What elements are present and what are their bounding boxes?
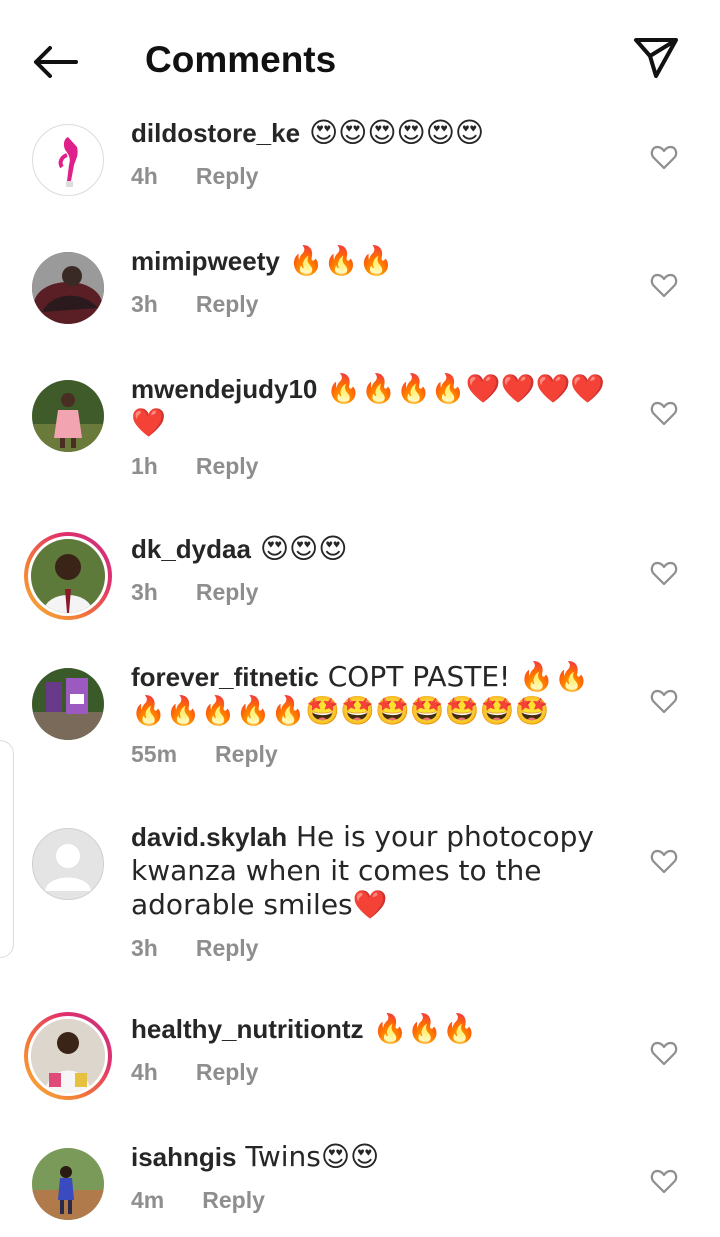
reply-button[interactable]: Reply <box>202 1187 265 1213</box>
comment-body: dildostore_ke 😍😍😍😍😍😍 4h Reply <box>131 116 621 190</box>
comment-text: dk_dydaa 😍😍😍 <box>131 532 621 566</box>
comment-username[interactable]: healthy_nutritiontz <box>131 1014 364 1044</box>
paper-plane-icon <box>634 38 678 78</box>
product-image-icon <box>58 137 78 187</box>
share-button[interactable] <box>628 32 684 84</box>
reply-button[interactable]: Reply <box>196 935 259 961</box>
comment-text: dildostore_ke 😍😍😍😍😍😍 <box>131 116 621 150</box>
user-photo-icon <box>31 539 105 613</box>
user-photo-icon <box>31 1019 105 1093</box>
comment-body: isahngis Twins😍😍 4m Reply <box>131 1140 621 1214</box>
comment-username[interactable]: mimipweety <box>131 246 280 276</box>
arrow-left-icon <box>34 46 78 78</box>
comment-time: 55m <box>131 741 178 767</box>
comment-body: dk_dydaa 😍😍😍 3h Reply <box>131 532 621 606</box>
avatar-wrap <box>32 124 104 196</box>
comment-username[interactable]: david.skylah <box>131 822 287 852</box>
comment-time: 4h <box>131 163 158 189</box>
comment-meta: 4h Reply <box>131 1058 621 1086</box>
avatar[interactable] <box>32 252 104 324</box>
comment-username[interactable]: dildostore_ke <box>131 118 300 148</box>
comment-body: mwendejudy10 🔥🔥🔥🔥❤️❤️❤️❤️❤️ 1h Reply <box>131 372 621 480</box>
comment-content: 😍😍😍😍😍😍 <box>300 116 485 149</box>
user-photo-icon <box>32 1148 104 1220</box>
back-button[interactable] <box>28 38 84 86</box>
avatar[interactable] <box>28 1016 108 1096</box>
comment-time: 4h <box>131 1059 158 1085</box>
comment-meta: 4h Reply <box>131 162 621 190</box>
avatar[interactable] <box>32 668 104 740</box>
comment-text: mwendejudy10 🔥🔥🔥🔥❤️❤️❤️❤️❤️ <box>131 372 621 440</box>
comment-body: forever_fitnetic COPT PASTE! 🔥🔥🔥🔥🔥🔥🔥🤩🤩🤩🤩… <box>131 660 621 768</box>
comment-username[interactable]: mwendejudy10 <box>131 374 317 404</box>
user-photo-icon <box>32 252 104 324</box>
product-photo-icon <box>32 668 104 740</box>
comment-meta: 3h Reply <box>131 578 621 606</box>
avatar[interactable] <box>32 1148 104 1220</box>
heart-icon[interactable] <box>650 144 678 170</box>
reply-button[interactable]: Reply <box>196 163 259 189</box>
header-bar: Comments <box>0 0 720 118</box>
default-avatar-icon <box>45 844 91 891</box>
comment-time: 4m <box>131 1187 165 1213</box>
story-ring <box>24 532 112 620</box>
comment-time: 3h <box>131 291 158 317</box>
comment-username[interactable]: forever_fitnetic <box>131 662 319 692</box>
story-ring <box>24 1012 112 1100</box>
user-photo-icon <box>32 380 104 452</box>
page-title: Comments <box>145 39 337 80</box>
heart-icon[interactable] <box>650 272 678 298</box>
avatar-wrap <box>32 252 104 324</box>
heart-icon[interactable] <box>650 1168 678 1194</box>
heart-icon[interactable] <box>650 560 678 586</box>
comment-content: 🔥🔥🔥 <box>363 1012 478 1045</box>
comment-body: mimipweety 🔥🔥🔥 3h Reply <box>131 244 621 318</box>
avatar-wrap <box>32 668 104 740</box>
comment-meta: 3h Reply <box>131 290 621 318</box>
heart-icon[interactable] <box>650 688 678 714</box>
comment-meta: 1h Reply <box>131 452 621 480</box>
comment-meta: 55m Reply <box>131 740 621 768</box>
reply-button[interactable]: Reply <box>196 453 259 479</box>
avatar-wrap <box>32 1148 104 1220</box>
comment-text: david.skylah He is your photocopy kwanza… <box>131 820 621 922</box>
comment-username[interactable]: isahngis <box>131 1142 236 1172</box>
comment-body: healthy_nutritiontz 🔥🔥🔥 4h Reply <box>131 1012 621 1086</box>
comment-content: Twins😍😍 <box>236 1140 380 1173</box>
heart-icon[interactable] <box>650 1040 678 1066</box>
avatar-wrap <box>32 380 104 452</box>
reply-button[interactable]: Reply <box>215 741 278 767</box>
comment-text: forever_fitnetic COPT PASTE! 🔥🔥🔥🔥🔥🔥🔥🤩🤩🤩🤩… <box>131 660 621 728</box>
reply-button[interactable]: Reply <box>196 579 259 605</box>
comment-content: 🔥🔥🔥 <box>279 244 394 277</box>
comment-time: 1h <box>131 453 158 479</box>
comment-text: mimipweety 🔥🔥🔥 <box>131 244 621 278</box>
avatar[interactable] <box>32 124 104 196</box>
comment-meta: 3h Reply <box>131 934 621 962</box>
reply-button[interactable]: Reply <box>196 291 259 317</box>
avatar[interactable] <box>28 536 108 616</box>
side-panel-edge <box>0 740 14 958</box>
comment-meta: 4m Reply <box>131 1186 621 1214</box>
comment-username[interactable]: dk_dydaa <box>131 534 251 564</box>
heart-icon[interactable] <box>650 400 678 426</box>
avatar-wrap <box>32 828 104 900</box>
comment-time: 3h <box>131 579 158 605</box>
comment-time: 3h <box>131 935 158 961</box>
reply-button[interactable]: Reply <box>196 1059 259 1085</box>
comment-text: isahngis Twins😍😍 <box>131 1140 621 1174</box>
avatar[interactable] <box>32 380 104 452</box>
avatar[interactable] <box>32 828 104 900</box>
heart-icon[interactable] <box>650 848 678 874</box>
comment-content: 😍😍😍 <box>250 532 348 565</box>
comment-body: david.skylah He is your photocopy kwanza… <box>131 820 621 962</box>
comment-text: healthy_nutritiontz 🔥🔥🔥 <box>131 1012 621 1046</box>
